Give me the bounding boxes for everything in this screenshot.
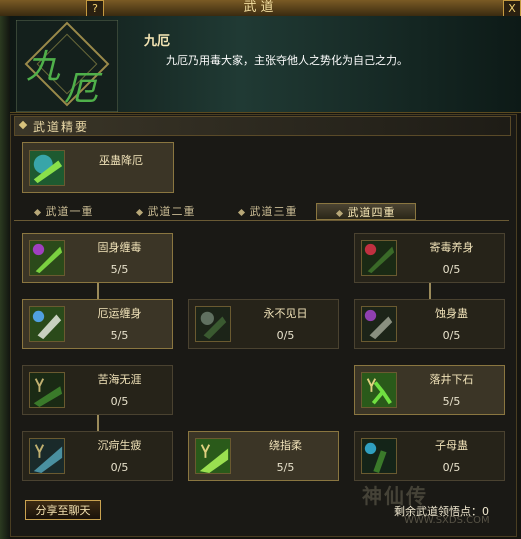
skill-card[interactable]: 绕指柔 5/5 bbox=[188, 431, 339, 481]
poison-nourish-icon bbox=[361, 240, 397, 276]
skill-card[interactable]: 厄运缠身 5/5 bbox=[22, 299, 173, 349]
fist-icon bbox=[29, 306, 65, 342]
skill-name: 厄运缠身 bbox=[97, 307, 142, 320]
section-title: 武道精要 bbox=[33, 120, 90, 134]
tab-tier-3[interactable]: 武道三重 bbox=[218, 203, 318, 220]
mother-child-gu-icon bbox=[361, 438, 397, 474]
skill-card[interactable]: 沉疴生疲 0/5 bbox=[22, 431, 173, 481]
featured-skill-icon bbox=[29, 150, 65, 186]
featured-skill[interactable]: 巫蛊降厄 bbox=[22, 142, 174, 193]
skill-name: 寄毒养身 bbox=[429, 241, 474, 254]
tab-label: 武道三重 bbox=[249, 205, 298, 218]
window-title: 武道 bbox=[243, 0, 278, 15]
skill-name: 沉疴生疲 bbox=[97, 439, 142, 452]
diamond-icon bbox=[135, 208, 143, 216]
skill-name: 苦海无涯 bbox=[97, 373, 142, 386]
school-emblem-icon: 九 厄 bbox=[16, 20, 118, 112]
skill-card[interactable]: 落井下石 5/5 bbox=[354, 365, 505, 415]
remaining-points-label: 剩余武道领悟点： bbox=[394, 505, 482, 518]
skill-name: 落井下石 bbox=[429, 373, 474, 386]
tab-label: 武道一重 bbox=[45, 205, 94, 218]
tab-tier-4[interactable]: 武道四重 bbox=[316, 203, 416, 220]
skill-points: 0/5 bbox=[442, 263, 461, 276]
featured-skill-name: 巫蛊降厄 bbox=[99, 154, 143, 167]
finger-soft-icon bbox=[195, 438, 231, 474]
skill-points: 5/5 bbox=[110, 263, 129, 276]
skill-name: 子母蛊 bbox=[435, 439, 468, 452]
skill-points: 0/5 bbox=[110, 395, 129, 408]
corrode-icon bbox=[361, 306, 397, 342]
diamond-icon bbox=[33, 208, 41, 216]
section-header: 武道精要 bbox=[14, 116, 511, 136]
share-to-chat-button[interactable]: 分享至聊天 bbox=[25, 500, 101, 520]
title-bar: ? 武道 X bbox=[0, 0, 521, 17]
skill-card[interactable]: 子母蛊 0/5 bbox=[354, 431, 505, 481]
tier-tabs: 武道一重 武道二重 武道三重 武道四重 bbox=[14, 203, 509, 221]
skill-card[interactable]: 永不见日 0/5 bbox=[188, 299, 339, 349]
skill-name: 绕指柔 bbox=[269, 439, 302, 452]
connector-line bbox=[97, 283, 99, 299]
school-name: 九厄 bbox=[144, 34, 171, 49]
remaining-points: 剩余武道领悟点：0 bbox=[394, 503, 489, 519]
svg-text:九: 九 bbox=[26, 47, 61, 87]
tab-tier-1[interactable]: 武道一重 bbox=[14, 203, 114, 220]
skill-points: 5/5 bbox=[276, 461, 295, 474]
close-button[interactable]: X bbox=[503, 0, 521, 17]
connector-line bbox=[429, 283, 431, 299]
diamond-icon bbox=[335, 209, 343, 217]
tab-tier-2[interactable]: 武道二重 bbox=[116, 203, 216, 220]
svg-text:厄: 厄 bbox=[64, 69, 103, 109]
skill-card[interactable]: 寄毒养身 0/5 bbox=[354, 233, 505, 283]
skill-points: 0/5 bbox=[110, 461, 129, 474]
school-description: 九厄乃用毒大家，主张夺他人之势化为自己之力。 bbox=[166, 54, 408, 67]
skill-name: 蚀身蛊 bbox=[435, 307, 468, 320]
tab-label: 武道四重 bbox=[347, 206, 396, 219]
skill-points: 0/5 bbox=[442, 329, 461, 342]
diamond-icon bbox=[237, 208, 245, 216]
poison-vine-icon bbox=[29, 240, 65, 276]
shadow-fist-icon bbox=[195, 306, 231, 342]
skill-name: 固身缠毒 bbox=[97, 241, 142, 254]
skill-points: 0/5 bbox=[442, 461, 461, 474]
tab-divider bbox=[14, 220, 509, 221]
bitter-sea-icon bbox=[29, 372, 65, 408]
skill-card[interactable]: 蚀身蛊 0/5 bbox=[354, 299, 505, 349]
remaining-points-value: 0 bbox=[482, 505, 489, 518]
left-border bbox=[0, 16, 10, 539]
diamond-icon bbox=[18, 120, 28, 130]
skill-points: 5/5 bbox=[442, 395, 461, 408]
tab-label: 武道二重 bbox=[147, 205, 196, 218]
skill-points: 0/5 bbox=[276, 329, 295, 342]
skill-card[interactable]: 苦海无涯 0/5 bbox=[22, 365, 173, 415]
skill-name: 永不见日 bbox=[263, 307, 308, 320]
connector-line bbox=[97, 415, 99, 431]
kick-icon bbox=[361, 372, 397, 408]
skill-points: 5/5 bbox=[110, 329, 129, 342]
skill-card[interactable]: 固身缠毒 5/5 bbox=[22, 233, 173, 283]
martial-way-window: ? 武道 X 九 厄 九厄 九厄乃用毒大家，主张夺他人之势化为自己之力。 武道精… bbox=[0, 0, 521, 539]
plague-icon bbox=[29, 438, 65, 474]
